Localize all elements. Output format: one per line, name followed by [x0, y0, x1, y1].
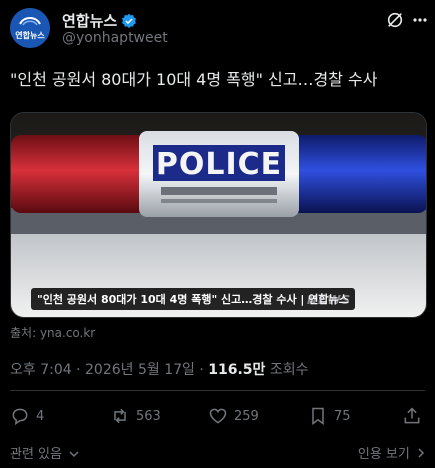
- tweet-text: "인천 공원서 80대가 10대 4명 폭행" 신고…경찰 수사: [10, 70, 378, 89]
- bookmark-button[interactable]: 75: [308, 406, 351, 426]
- views-label: 조회수: [265, 362, 309, 378]
- reply-count: 4: [36, 408, 45, 424]
- tweet-header: 연합뉴스 연합뉴스 @yonhaptweet: [10, 8, 428, 52]
- reply-icon: [12, 408, 28, 426]
- media-watermark: NEWS: [307, 293, 352, 307]
- like-count: 259: [234, 408, 259, 424]
- media-source[interactable]: 출처: yna.co.kr: [10, 324, 95, 341]
- heart-icon: [209, 408, 227, 424]
- verified-badge-icon: [122, 13, 137, 28]
- repost-icon: [114, 408, 126, 424]
- yonhap-logo-icon: [10, 8, 50, 48]
- tweet-media-image[interactable]: POLICE "인천 공원서 80대가 10대 4명 폭행" 신고…경찰 수사 …: [10, 112, 427, 318]
- views-count: 116.5만: [208, 362, 266, 378]
- repost-count: 563: [136, 408, 161, 424]
- avatar-label: 연합뉴스: [15, 31, 45, 40]
- like-button[interactable]: 259: [208, 406, 259, 426]
- divider: [10, 390, 425, 391]
- bookmark-count: 75: [334, 408, 351, 424]
- share-icon: [404, 407, 420, 424]
- grok-icon[interactable]: [386, 11, 404, 29]
- more-options-icon[interactable]: [412, 10, 428, 30]
- avatar[interactable]: 연합뉴스: [10, 8, 50, 48]
- related-dropdown[interactable]: 관련 있음: [10, 443, 79, 462]
- account-handle[interactable]: @yonhaptweet: [62, 30, 168, 46]
- repost-button[interactable]: 563: [110, 406, 161, 426]
- bookmark-icon: [312, 407, 324, 425]
- reply-button[interactable]: 4: [10, 406, 44, 426]
- display-name[interactable]: 연합뉴스: [62, 10, 117, 31]
- chevron-down-icon: [69, 451, 79, 458]
- related-label: 관련 있음: [10, 447, 62, 462]
- action-bar: 4 563 259 75: [10, 406, 425, 430]
- share-button[interactable]: [402, 406, 422, 426]
- chevron-right-icon: [418, 448, 425, 458]
- svg-text:POLICE: POLICE: [156, 147, 282, 182]
- view-quotes-link[interactable]: 인용 보기: [358, 443, 425, 462]
- tweet-meta: 오후 7:04 · 2026년 5월 17일 · 116.5만 조회수: [10, 359, 309, 379]
- view-quotes-label: 인용 보기: [357, 447, 410, 462]
- tweet-timestamp[interactable]: 오후 7:04 · 2026년 5월 17일 ·: [10, 362, 208, 378]
